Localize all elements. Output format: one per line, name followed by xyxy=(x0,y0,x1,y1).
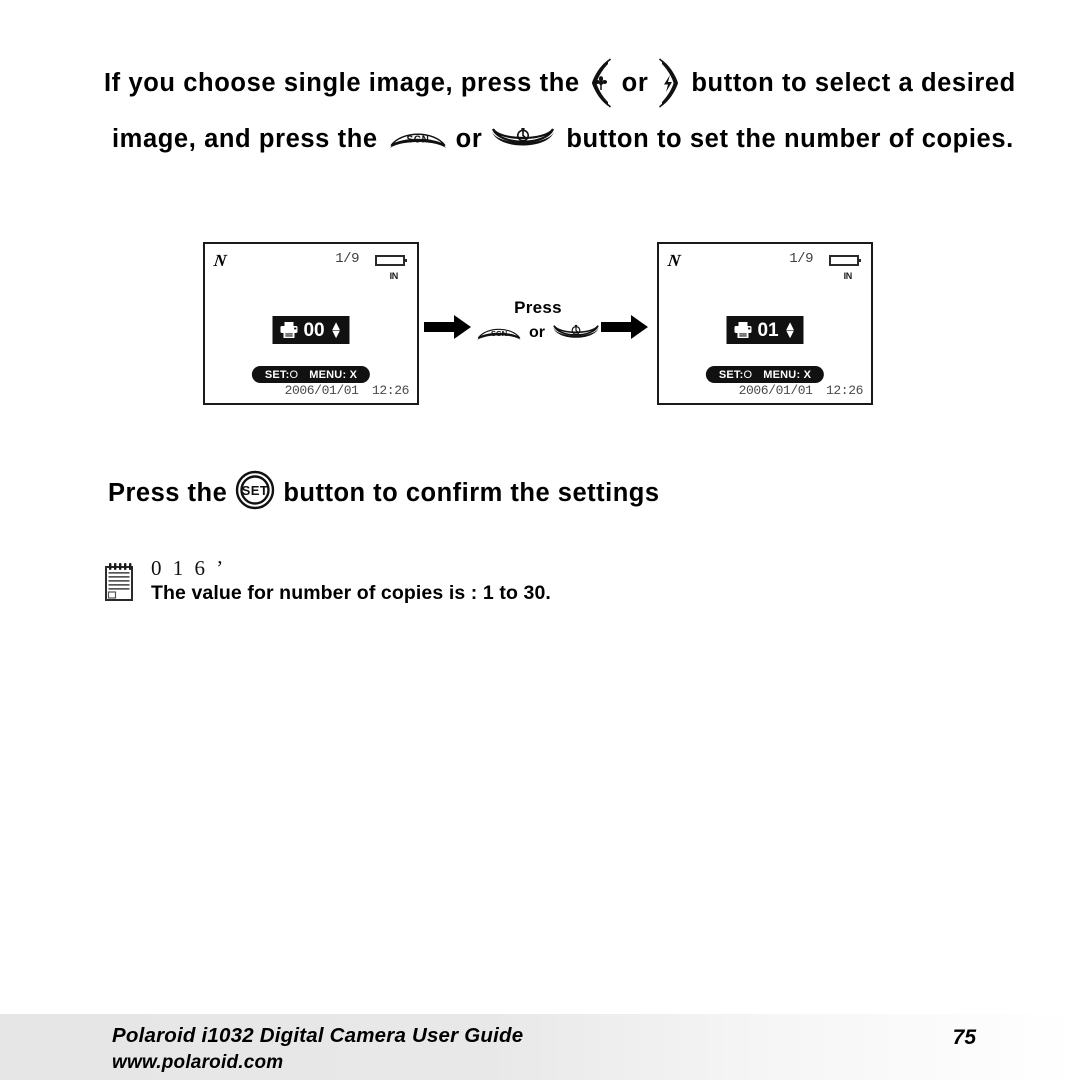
svg-text:SET: SET xyxy=(242,483,269,498)
menu-hint-before: MENU: X xyxy=(309,369,357,381)
menu-hint-label: MENU: xyxy=(309,368,347,381)
instruction-paragraph: If you choose single image, press the or xyxy=(104,55,1015,167)
battery-empty-icon xyxy=(829,255,861,266)
playback-mode-icon: N xyxy=(666,251,682,270)
menu-hint-after: MENU: X xyxy=(763,369,811,381)
scn-scene-button-icon: SCN xyxy=(475,321,523,345)
lcd-date-before: 2006/01/01 xyxy=(284,383,359,398)
instruction-line-1: If you choose single image, press the or xyxy=(104,55,1015,111)
note-heading: 0 1 6 ’ xyxy=(151,556,227,580)
set-hint-before: SET:O xyxy=(265,369,298,381)
self-timer-button-icon xyxy=(551,320,601,346)
copies-stepper-before[interactable]: ▲ ▼ xyxy=(330,319,343,340)
camera-lcd-screen-before: N 1/9 IN 00 ▲ ▼ SET:O MENU: X 2006/01/01… xyxy=(203,242,419,405)
copies-setting-diagram: N 1/9 IN 00 ▲ ▼ SET:O MENU: X 2006/01/01… xyxy=(0,236,1080,416)
svg-text:SCN: SCN xyxy=(406,135,429,146)
macro-flower-button-icon xyxy=(588,58,614,108)
confirm-instruction-line: Press the SET button to confirm the sett… xyxy=(108,470,660,517)
set-hint-symbol: O xyxy=(289,368,299,381)
storage-indicator-before: IN xyxy=(389,271,399,281)
page-number: 75 xyxy=(952,1026,976,1049)
set-menu-hint-after: SET:O MENU: X xyxy=(705,366,825,383)
note-body: The value for number of copies is : 1 to… xyxy=(151,582,551,605)
stepper-down-arrow[interactable]: ▼ xyxy=(330,327,343,340)
copies-stepper-after[interactable]: ▲ ▼ xyxy=(784,319,797,340)
right-arrow-icon xyxy=(601,312,649,347)
copies-number-after: 01 xyxy=(757,319,779,341)
image-counter-after: 1/9 xyxy=(789,251,813,267)
menu-hint-symbol: X xyxy=(349,368,358,381)
lcd-time-before: 12:26 xyxy=(371,383,409,398)
footer-title: Polaroid i1032 Digital Camera User Guide xyxy=(112,1024,524,1047)
instruction-line-2-or: or xyxy=(455,124,483,153)
image-counter-before: 1/9 xyxy=(335,251,359,267)
set-button-icon: SET xyxy=(235,470,275,517)
menu-hint-label: MENU: xyxy=(763,368,801,381)
copies-value-box-after[interactable]: 01 ▲ ▼ xyxy=(726,316,804,344)
menu-hint-symbol: X xyxy=(803,368,812,381)
flash-lightning-button-icon xyxy=(656,58,682,108)
instruction-line-1-part2: button to select a desired xyxy=(691,68,1016,97)
set-hint-label: SET: xyxy=(264,368,290,381)
footer-url: www.polaroid.com xyxy=(112,1052,284,1074)
confirm-part1: Press the xyxy=(108,479,228,507)
printer-icon xyxy=(733,321,752,339)
notepad-icon xyxy=(103,562,135,607)
set-menu-hint-before: SET:O MENU: X xyxy=(251,366,371,383)
instruction-line-1-or: or xyxy=(621,68,649,97)
instruction-line-2: image, and press the SCN or button to se… xyxy=(104,111,1013,167)
press-instruction-group: Press SCN or xyxy=(468,298,608,346)
lcd-time-after: 12:26 xyxy=(825,383,863,398)
press-label: Press xyxy=(514,298,562,317)
lcd-datetime-before: 2006/01/01 12:26 xyxy=(284,383,410,398)
storage-indicator-after: IN xyxy=(843,271,853,281)
copies-value-box-before[interactable]: 00 ▲ ▼ xyxy=(272,316,350,344)
set-hint-after: SET:O xyxy=(719,369,752,381)
stepper-down-arrow[interactable]: ▼ xyxy=(784,327,797,340)
instruction-line-2-part2: button to set the number of copies. xyxy=(566,124,1014,153)
svg-text:SCN: SCN xyxy=(491,329,508,338)
self-timer-button-icon xyxy=(489,122,557,156)
confirm-part2: button to confirm the settings xyxy=(283,479,660,507)
battery-empty-icon xyxy=(375,255,407,266)
set-hint-label: SET: xyxy=(718,368,744,381)
right-arrow-icon xyxy=(424,312,472,347)
copies-number-before: 00 xyxy=(303,319,325,341)
lcd-date-after: 2006/01/01 xyxy=(738,383,813,398)
scn-scene-button-icon: SCN xyxy=(387,124,449,154)
page-footer: Polaroid i1032 Digital Camera User Guide… xyxy=(0,1014,1080,1080)
printer-icon xyxy=(279,321,298,339)
instruction-line-2-part1: image, and press the xyxy=(112,124,378,153)
playback-mode-icon: N xyxy=(212,251,228,270)
press-or-label: or xyxy=(529,324,545,341)
note-block: 0 1 6 ’ The value for number of copies i… xyxy=(103,556,551,607)
lcd-datetime-after: 2006/01/01 12:26 xyxy=(738,383,864,398)
instruction-line-1-part1: If you choose single image, press the xyxy=(104,68,580,97)
camera-lcd-screen-after: N 1/9 IN 01 ▲ ▼ SET:O MENU: X 2006/01/01… xyxy=(657,242,873,405)
set-hint-symbol: O xyxy=(743,368,753,381)
